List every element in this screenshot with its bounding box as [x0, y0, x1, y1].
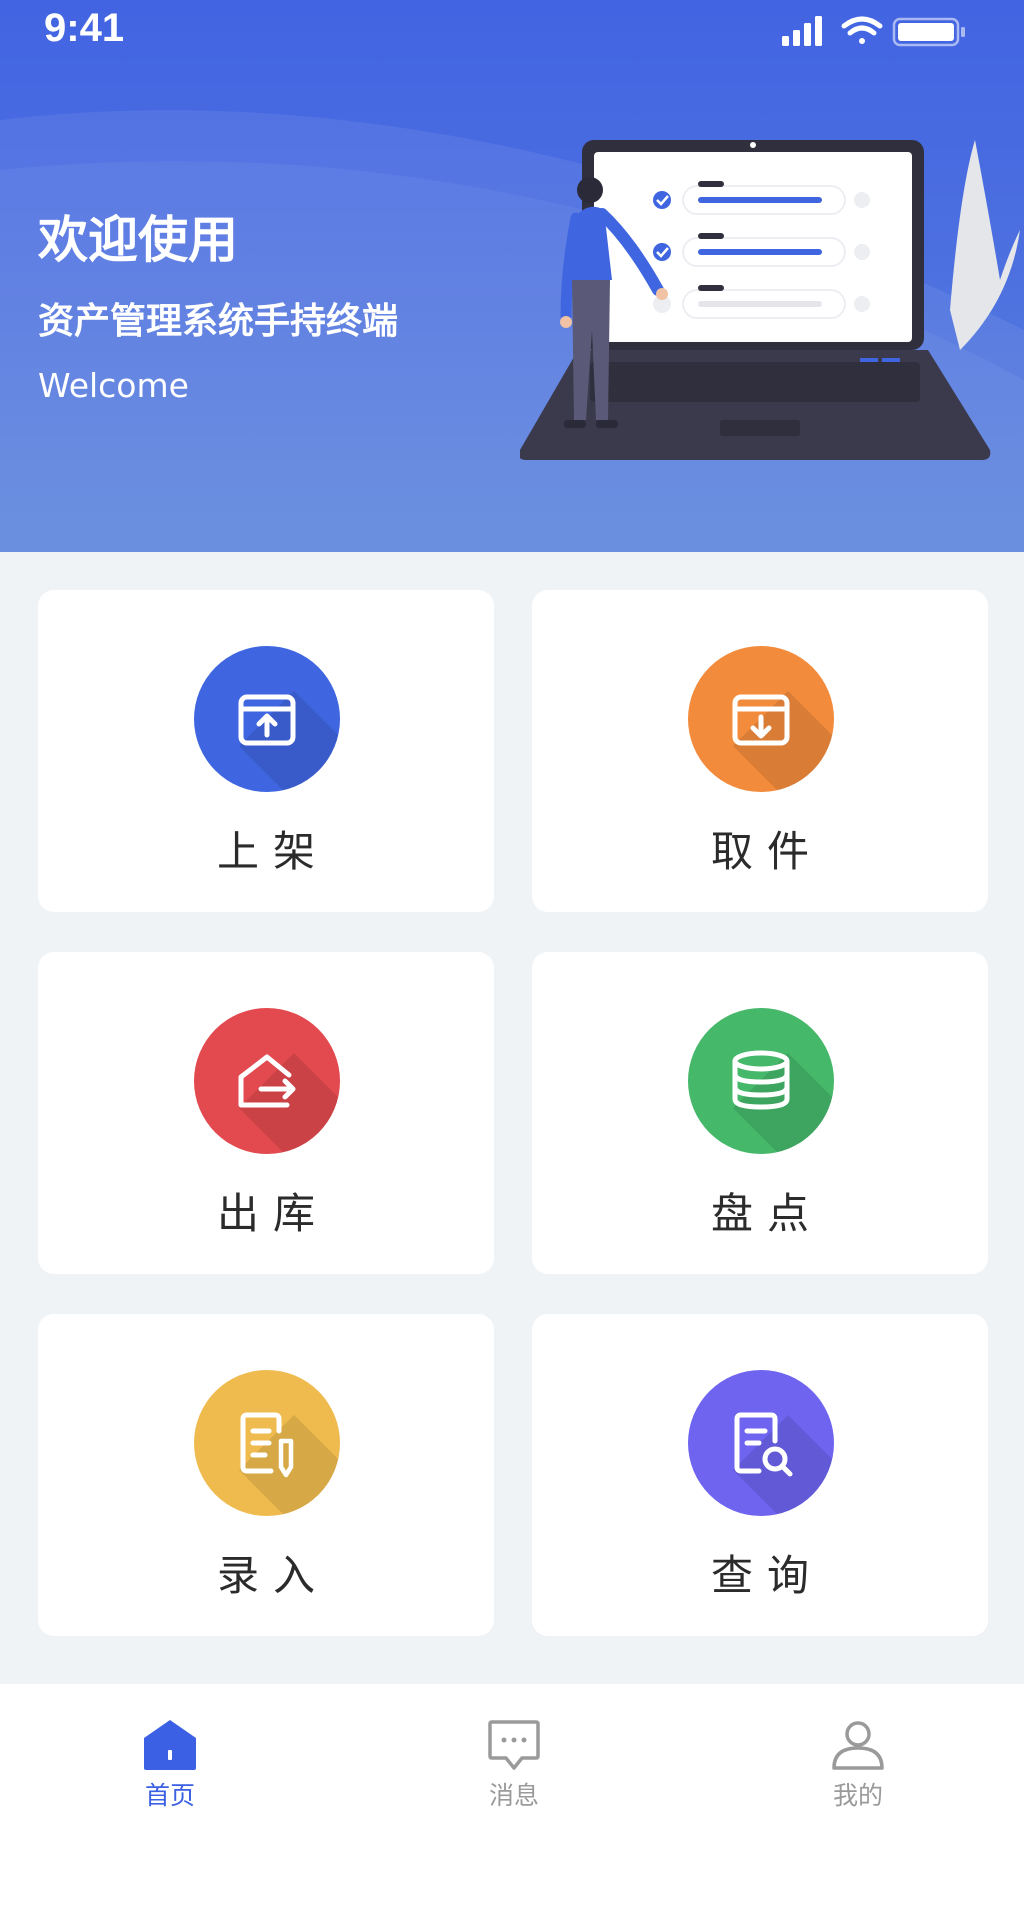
welcome-english: Welcome: [38, 366, 189, 405]
tab-profile[interactable]: 我的: [788, 1706, 928, 1816]
menu-card-search[interactable]: 查询: [532, 1314, 988, 1636]
home-icon: [144, 1720, 196, 1770]
inventory-icon: [688, 1008, 834, 1154]
shelf-up-icon: [194, 646, 340, 792]
tab-message[interactable]: 消息: [444, 1706, 584, 1816]
battery-icon: [892, 17, 965, 47]
menu-card-label: 盘点: [710, 1189, 823, 1238]
laptop-illustration: [520, 140, 1020, 460]
tab-label: 我的: [832, 1781, 883, 1810]
menu-card-label: 录入: [216, 1551, 329, 1600]
profile-icon: [832, 1721, 884, 1770]
status-time: 9:41: [44, 6, 125, 50]
welcome-title: 欢迎使用: [38, 211, 238, 269]
status-icons: [782, 16, 965, 47]
tab-home[interactable]: 首页: [100, 1706, 240, 1816]
menu-card-label: 出库: [216, 1189, 329, 1238]
menu-card-entry[interactable]: 录入: [38, 1314, 494, 1636]
bottom-tab-bar: 首页 消息 我的: [0, 1684, 1024, 1920]
menu-card-label: 查询: [710, 1551, 823, 1600]
outbound-icon: [194, 1008, 340, 1154]
message-icon: [488, 1720, 540, 1770]
tab-label: 首页: [144, 1781, 195, 1810]
menu-card-label: 上架: [216, 827, 329, 876]
tab-label: 消息: [488, 1781, 539, 1810]
menu-card-shelf-up[interactable]: 上架: [38, 590, 494, 912]
menu-card-outbound[interactable]: 出库: [38, 952, 494, 1274]
menu-card-inventory[interactable]: 盘点: [532, 952, 988, 1274]
header-banner: 9:41 欢迎使用 资产管理系统手持终端 Welcome: [0, 0, 1024, 552]
pickup-icon: [688, 646, 834, 792]
menu-card-label: 取件: [710, 827, 823, 876]
welcome-subtitle: 资产管理系统手持终端: [38, 301, 399, 342]
entry-icon: [194, 1370, 340, 1516]
menu-card-pickup[interactable]: 取件: [532, 590, 988, 912]
search-doc-icon: [688, 1370, 834, 1516]
wifi-icon: [841, 16, 883, 44]
signal-icon: [782, 16, 822, 46]
